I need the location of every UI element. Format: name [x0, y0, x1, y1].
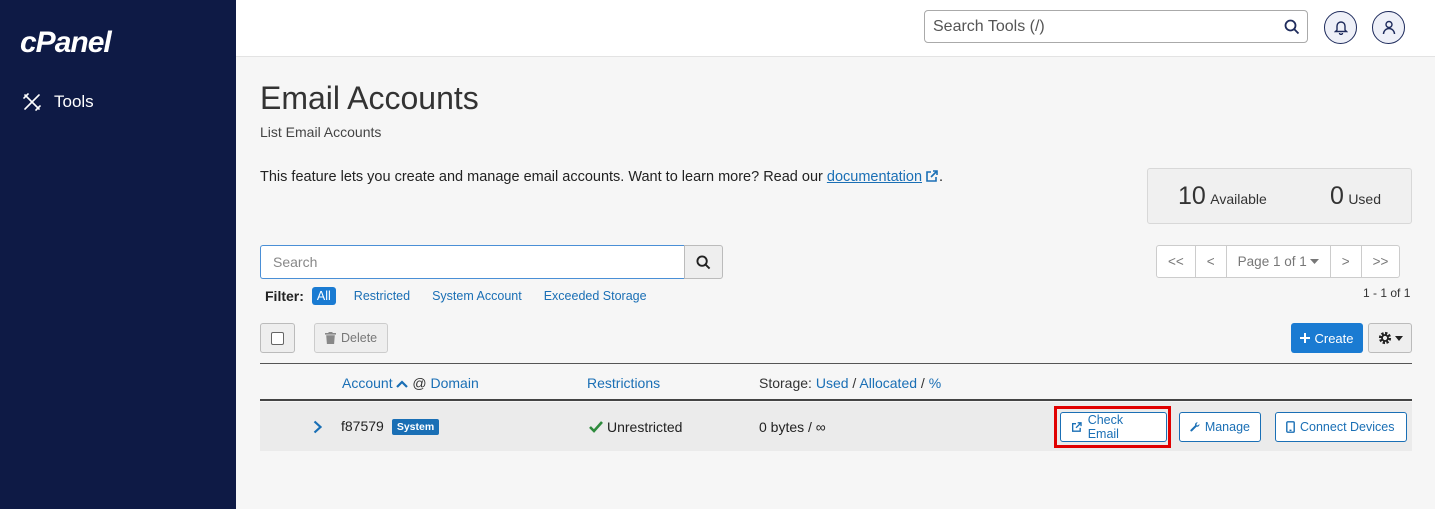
sidebar-item-label: Tools: [54, 92, 94, 111]
sidebar: cPanel Tools: [0, 0, 236, 509]
mobile-icon: [1286, 421, 1295, 433]
storage-value: 0 bytes / ∞: [759, 419, 826, 435]
system-badge: System: [391, 419, 440, 435]
search-button[interactable]: [684, 245, 723, 279]
sort-restrictions-header[interactable]: Restrictions: [587, 375, 660, 391]
filter-system-account[interactable]: System Account: [432, 289, 522, 303]
wrench-icon: [1190, 422, 1200, 432]
filter-restricted[interactable]: Restricted: [354, 289, 410, 303]
caret-down-icon: [1394, 335, 1403, 341]
available-stat: 10 Available: [1178, 181, 1267, 210]
filter-all[interactable]: All: [311, 287, 336, 305]
sort-asc-icon: [396, 380, 409, 388]
first-page-button[interactable]: <<: [1157, 246, 1196, 277]
delete-button[interactable]: Delete: [314, 323, 389, 353]
next-page-button[interactable]: >: [1331, 246, 1362, 277]
tools-icon: [23, 93, 41, 111]
page-description: This feature lets you create and manage …: [260, 169, 944, 185]
sort-allocated-header[interactable]: Allocated: [859, 375, 917, 391]
sort-percent-header[interactable]: %: [929, 375, 941, 391]
page-select[interactable]: Page 1 of 1: [1227, 246, 1331, 277]
storage-header: Storage: Used / Allocated / %: [759, 375, 942, 391]
description-text: This feature lets you create and manage …: [260, 169, 823, 185]
settings-menu-button[interactable]: [1368, 323, 1412, 353]
prev-page-button[interactable]: <: [1196, 246, 1227, 277]
account-search-input[interactable]: [260, 245, 684, 279]
last-page-button[interactable]: >>: [1362, 246, 1400, 277]
pagination: << < Page 1 of 1 > >>: [1156, 245, 1401, 278]
plus-icon: [1300, 333, 1311, 343]
documentation-link[interactable]: documentation: [827, 169, 939, 185]
filter-exceeded-storage[interactable]: Exceeded Storage: [544, 289, 647, 303]
user-icon: [1382, 20, 1395, 35]
bell-icon: [1333, 21, 1348, 35]
table-header: Account @ Domain Restrictions Storage: U…: [260, 363, 1412, 401]
create-button[interactable]: Create: [1291, 323, 1363, 353]
sort-account-header[interactable]: Account @ Domain: [342, 375, 479, 391]
results-range: 1 - 1 of 1: [1363, 286, 1411, 300]
sidebar-item-tools[interactable]: Tools: [22, 92, 94, 112]
trash-icon: [325, 332, 336, 344]
notifications-button[interactable]: [1324, 11, 1357, 44]
filter-label: Filter:: [265, 288, 304, 304]
connect-devices-button[interactable]: Connect Devices: [1275, 412, 1407, 442]
gear-icon: [1378, 331, 1391, 345]
sort-used-header[interactable]: Used: [816, 375, 849, 391]
manage-button[interactable]: Manage: [1179, 412, 1261, 442]
used-stat: 0 Used: [1329, 181, 1381, 210]
restriction-status: Unrestricted: [589, 419, 682, 435]
select-all-checkbox[interactable]: [260, 323, 295, 353]
caret-down-icon: [1309, 258, 1319, 264]
chevron-right-icon[interactable]: [313, 420, 322, 434]
check-icon: [589, 421, 603, 433]
table-row: f87579 System Unrestricted 0 bytes / ∞ Ch…: [260, 402, 1412, 451]
external-link-icon: [926, 170, 938, 182]
page-subtitle: List Email Accounts: [260, 124, 382, 140]
filter-bar: Filter: All Restricted System Account Ex…: [265, 287, 669, 305]
search-tools-box: [924, 10, 1308, 43]
search-icon[interactable]: [1277, 19, 1307, 35]
account-name: f87579 System: [341, 418, 440, 435]
search-icon: [696, 254, 711, 269]
account-search: [260, 245, 723, 279]
page-title: Email Accounts: [260, 80, 479, 116]
search-tools-input[interactable]: [925, 11, 1277, 42]
top-bar: [236, 0, 1435, 57]
sort-domain-header[interactable]: Domain: [430, 375, 478, 391]
cpanel-logo[interactable]: cPanel: [20, 26, 112, 60]
highlight-box: [1054, 406, 1171, 448]
user-menu-button[interactable]: [1372, 11, 1405, 44]
usage-stats: 10 Available 0 Used: [1147, 168, 1412, 224]
